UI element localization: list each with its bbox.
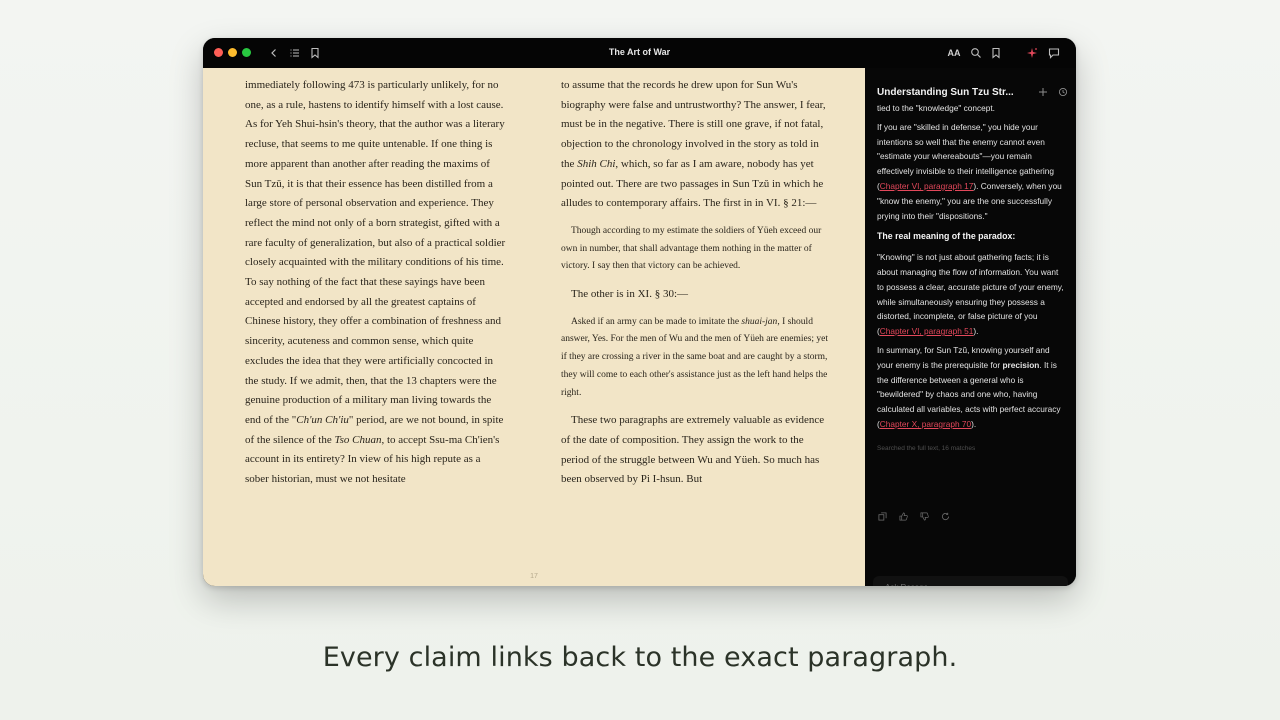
left-page: immediately following 473 is particularl… — [245, 76, 507, 490]
response-paragraph-3: In summary, for Sun Tzŭ, knowing yoursel… — [877, 343, 1065, 432]
bookmark-page-icon[interactable] — [989, 46, 1003, 60]
right-page: to assume that the records he drew upon … — [561, 76, 829, 490]
feedback-actions — [877, 511, 951, 522]
chat-icon[interactable] — [1047, 46, 1061, 60]
block-quote-2: Asked if an army can be made to imitate … — [561, 314, 829, 403]
assistant-response: tied to the "knowledge" concept. If you … — [877, 103, 1065, 457]
right-text-1a: to assume that the records he drew upon … — [561, 79, 826, 170]
response-heading: The real meaning of the paradox: — [877, 231, 1016, 242]
citation-link-3[interactable]: Chapter X, paragraph 70 — [880, 419, 971, 429]
plus-icon[interactable] — [1037, 86, 1049, 98]
thumbs-down-icon[interactable] — [919, 511, 930, 522]
p3-bold: precision — [1002, 359, 1040, 370]
quote2-italic: shuai-jan — [741, 316, 778, 327]
app-window: The Art of War AA immediately following … — [203, 38, 1076, 586]
history-icon[interactable] — [1057, 86, 1069, 98]
p2-text-a: "Knowing" is not just about gathering fa… — [877, 252, 1064, 337]
left-paragraph: immediately following 473 is particularl… — [245, 76, 507, 490]
citation-link-2[interactable]: Chapter VI, paragraph 51 — [880, 326, 974, 336]
font-size-icon[interactable]: AA — [946, 46, 962, 60]
right-paragraph-3: These two paragraphs are extremely valua… — [561, 414, 825, 486]
right-paragraph-1: to assume that the records he drew upon … — [561, 76, 829, 214]
citation-link-1[interactable]: Chapter VI, paragraph 17 — [880, 181, 974, 191]
right-italic-1: Shih Chi — [577, 157, 616, 170]
thumbs-up-icon[interactable] — [898, 511, 909, 522]
book-page-spread: immediately following 473 is particularl… — [203, 68, 865, 586]
ask-box — [873, 576, 1068, 586]
quote2-text-a: Asked if an army can be made to imitate … — [571, 316, 742, 327]
response-paragraph-2: "Knowing" is not just about gathering fa… — [877, 250, 1065, 339]
ask-input[interactable] — [883, 582, 1057, 586]
left-italic-1: Ch'un Ch'iu — [296, 413, 349, 426]
conversation-title: Understanding Sun Tzu Str... — [877, 87, 1014, 98]
p2-text-b: ). — [973, 326, 979, 337]
sparkle-icon[interactable] — [1025, 46, 1039, 60]
search-note: Searched the full text, 16 matches — [877, 444, 976, 452]
caption-text: Every claim links back to the exact para… — [322, 642, 958, 673]
response-paragraph-1: If you are "skilled in defense," you hid… — [877, 120, 1065, 224]
left-italic-2: Tso Chuan — [334, 433, 382, 446]
title-bar: The Art of War AA — [203, 38, 1076, 68]
page-number: 17 — [530, 573, 538, 580]
cut-off-line: tied to the "knowledge" concept. — [877, 103, 995, 113]
copy-icon[interactable] — [877, 511, 888, 522]
search-icon[interactable] — [969, 46, 983, 60]
assistant-sidebar: Understanding Sun Tzu Str... tied to the… — [865, 68, 1076, 586]
right-paragraph-2: The other is in XI. § 30:— — [571, 288, 689, 301]
quote2-text-b: , I should answer, Yes. For the men of W… — [561, 316, 829, 398]
left-text-1: immediately following 473 is particularl… — [245, 79, 506, 426]
block-quote-1: Though according to my estimate the sold… — [561, 225, 822, 272]
regenerate-icon[interactable] — [940, 511, 951, 522]
p3-text-c: ). — [971, 418, 977, 429]
